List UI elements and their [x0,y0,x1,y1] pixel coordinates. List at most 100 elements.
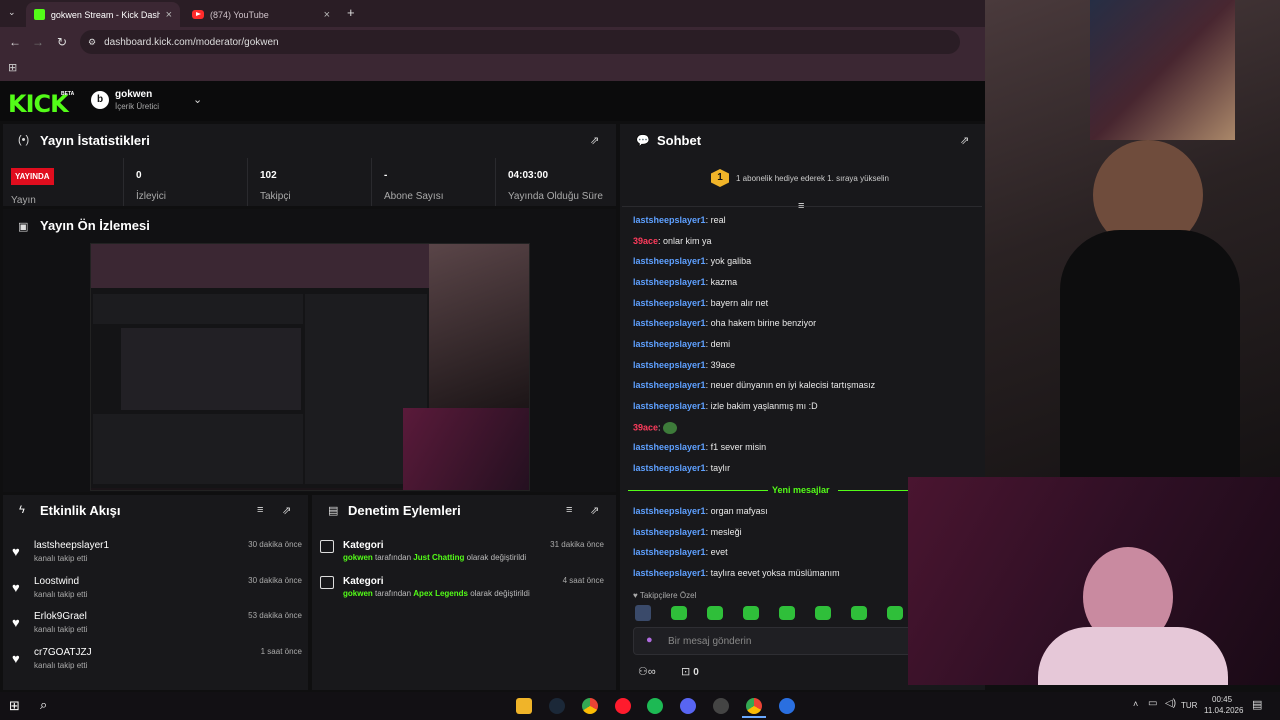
volume-icon[interactable]: ◁) [1165,698,1176,709]
chat-username[interactable]: lastsheepslayer1 [633,318,706,328]
emote[interactable] [743,606,759,620]
heart-icon: ♥ [12,580,20,595]
chat-username[interactable]: lastsheepslayer1 [633,298,706,308]
emote[interactable] [851,606,867,620]
heart-icon: ♥ [12,544,20,559]
opera-icon[interactable] [615,698,631,714]
forward-icon[interactable]: → [26,35,50,49]
close-tab-icon[interactable]: × [166,9,172,21]
kick-logo[interactable]: KICK [8,90,69,118]
chat-username[interactable]: lastsheepslayer1 [633,277,706,287]
chat-username[interactable]: 39ace [633,422,658,432]
spotify-icon[interactable] [647,698,663,714]
site-info-icon[interactable]: ⚙ [88,37,96,48]
chat-username[interactable]: lastsheepslayer1 [633,527,706,537]
stream-preview-video[interactable] [90,243,530,491]
ea-app-icon[interactable] [779,698,795,714]
tab-youtube[interactable]: (874) YouTube × [184,2,338,27]
follower-name[interactable]: lastsheepslayer1 [34,540,109,551]
users-icon: ⚇ [638,666,648,678]
chat-username[interactable]: lastsheepslayer1 [633,442,706,452]
new-tab-icon[interactable]: + [347,5,355,20]
chat-message: lastsheepslayer1: demi [633,339,730,349]
popout-icon[interactable]: ⇗ [960,134,969,147]
stat-followers: 102 Takipçi [247,158,371,206]
reload-icon[interactable]: ↻ [50,35,74,49]
chat-username[interactable]: lastsheepslayer1 [633,215,706,225]
preview-icon: ▣ [18,221,29,233]
gift-row[interactable]: ⊡ 0 [681,665,699,678]
avatar[interactable]: b [91,91,109,109]
action-desc: gokwen tarafından Just Chatting olarak d… [343,553,526,562]
back-icon[interactable]: ← [3,35,27,49]
address-row: ← → ↻ ⚙ dashboard.kick.com/moderator/gok… [0,27,985,57]
chat-username[interactable]: lastsheepslayer1 [633,506,706,516]
apps-grid-icon[interactable]: ⊞ [8,61,17,74]
emote[interactable] [779,606,795,620]
follower-name[interactable]: Loostwind [34,576,79,587]
action-time: 4 saat önce [562,576,604,585]
chrome-icon[interactable] [582,698,598,714]
follower-name[interactable]: cr7GOATJZJ [34,647,92,658]
infinity-row[interactable]: ⚇∞ [638,665,656,678]
discord-icon[interactable] [680,698,696,714]
chat-icon: 💬 [636,135,650,147]
microphone-icon[interactable]: ● [646,634,653,646]
emote[interactable] [815,606,831,620]
emote[interactable] [887,606,903,620]
windows-start-icon[interactable]: ⊞ [9,698,20,714]
obs-icon[interactable] [713,698,729,714]
steam-icon[interactable] [549,698,565,714]
chevron-up-icon[interactable]: ˄ [1133,699,1138,709]
chat-username[interactable]: lastsheepslayer1 [633,256,706,266]
chat-username[interactable]: 39ace [633,236,658,246]
popout-icon[interactable]: ⇗ [590,504,599,517]
chat-username[interactable]: lastsheepslayer1 [633,547,706,557]
chevron-down-icon[interactable]: ⌄ [193,93,202,106]
network-icon[interactable]: ▭ [1148,698,1157,709]
close-tab-icon[interactable]: × [324,9,330,21]
chat-username[interactable]: lastsheepslayer1 [633,568,706,578]
emote-avatar[interactable] [635,605,651,621]
language-indicator[interactable]: TUR [1181,701,1197,710]
tab-search-icon[interactable]: ⌄ [8,7,16,18]
follower-name[interactable]: Erlok9Grael [34,611,87,622]
chat-filter-icon[interactable]: ≡ [798,200,804,212]
category-icon [320,576,334,589]
clock-date[interactable]: 11.04.2026 [1204,706,1243,715]
chat-input[interactable]: ● Bir mesaj gönderin [633,627,913,655]
filter-icon[interactable]: ≡ [566,504,572,516]
chat-message: lastsheepslayer1: yok galiba [633,256,751,266]
chat-username[interactable]: lastsheepslayer1 [633,360,706,370]
file-explorer-icon[interactable] [516,698,532,714]
chat-username[interactable]: lastsheepslayer1 [633,401,706,411]
tab-kick-dashboard[interactable]: gokwen Stream - Kick Dashboard × [26,2,180,27]
gift-leaderboard-text[interactable]: 1 abonelik hediye ederek 1. sıraya yükse… [736,174,889,183]
action-mid: tarafından [375,589,412,598]
chat-message: lastsheepslayer1: taylıra eevet yoksa mü… [633,568,840,578]
notification-icon[interactable]: ▤ [1252,698,1262,711]
chat-text: bayern alır net [710,297,769,308]
action-end: olarak değiştirildi [470,589,530,598]
event-desc: kanalı takip etti [34,625,88,634]
chat-username[interactable]: lastsheepslayer1 [633,339,706,349]
live-badge: YAYINDA [11,168,54,185]
popout-icon[interactable]: ⇗ [590,134,599,147]
emote[interactable] [671,606,687,620]
emote[interactable] [707,606,723,620]
chat-emote[interactable] [663,421,678,434]
url-text: dashboard.kick.com/moderator/gokwen [104,36,279,48]
chrome-profile-icon[interactable] [746,698,762,714]
chat-message: lastsheepslayer1: evet [633,547,728,557]
chat-username[interactable]: lastsheepslayer1 [633,380,706,390]
search-icon[interactable]: ⌕ [40,697,47,713]
filter-icon[interactable]: ≡ [257,504,263,516]
list-item: ♥ Loostwind kanalı takip etti 30 dakika … [12,576,302,610]
address-bar[interactable]: ⚙ dashboard.kick.com/moderator/gokwen [80,30,960,54]
event-time: 30 dakika önce [248,576,302,585]
list-item: Kategori gokwen tarafından Just Chatting… [320,540,610,574]
chat-username[interactable]: lastsheepslayer1 [633,463,706,473]
clock-time[interactable]: 00:45 [1212,695,1232,704]
kick-favicon-icon [34,9,45,20]
popout-icon[interactable]: ⇗ [282,504,291,517]
